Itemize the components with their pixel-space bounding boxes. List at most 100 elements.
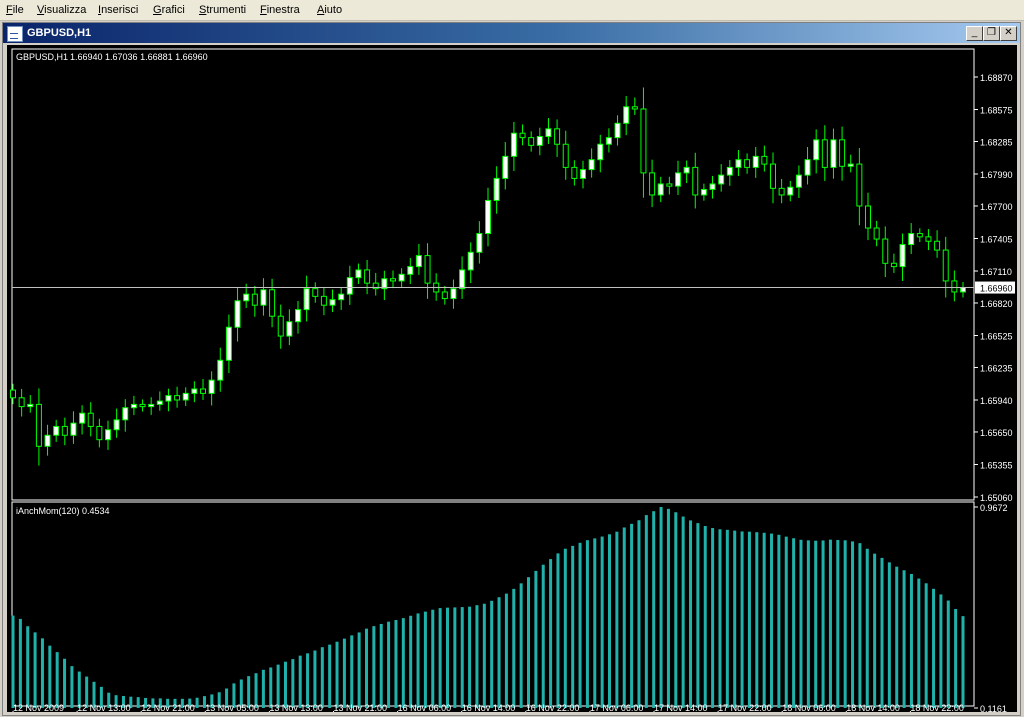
indicator-bar[interactable] bbox=[600, 536, 604, 708]
indicator-bar[interactable] bbox=[549, 559, 553, 708]
indicator-bar[interactable] bbox=[770, 533, 774, 708]
indicator-bar[interactable] bbox=[873, 553, 877, 708]
candle-body[interactable] bbox=[312, 288, 319, 297]
indicator-bar[interactable] bbox=[519, 583, 523, 708]
indicator-bar[interactable] bbox=[283, 661, 287, 708]
indicator-bar[interactable] bbox=[762, 532, 766, 708]
candle-body[interactable] bbox=[614, 122, 621, 139]
candle-body[interactable] bbox=[735, 159, 742, 168]
candle-body[interactable] bbox=[234, 300, 241, 328]
indicator-bar[interactable] bbox=[946, 600, 950, 708]
indicator-bar[interactable] bbox=[394, 620, 398, 708]
candle-body[interactable] bbox=[459, 269, 466, 290]
indicator-bar[interactable] bbox=[909, 573, 913, 708]
candle-body[interactable] bbox=[657, 183, 664, 196]
candle-body[interactable] bbox=[225, 326, 232, 361]
indicator-bar[interactable] bbox=[659, 507, 663, 708]
candle-body[interactable] bbox=[87, 412, 94, 427]
candle-body[interactable] bbox=[847, 163, 854, 167]
indicator-bar[interactable] bbox=[733, 530, 737, 708]
candle-body[interactable] bbox=[269, 289, 276, 317]
candle-body[interactable] bbox=[182, 392, 189, 401]
candle-body[interactable] bbox=[934, 240, 941, 251]
candle-body[interactable] bbox=[709, 183, 716, 190]
candle-body[interactable] bbox=[148, 403, 155, 408]
candle-body[interactable] bbox=[502, 155, 509, 179]
indicator-bar[interactable] bbox=[939, 594, 943, 708]
candle-body[interactable] bbox=[277, 315, 284, 337]
indicator-bar[interactable] bbox=[475, 605, 479, 708]
candle-body[interactable] bbox=[545, 128, 552, 138]
candle-body[interactable] bbox=[286, 321, 293, 337]
indicator-bar[interactable] bbox=[328, 644, 332, 708]
candle-body[interactable] bbox=[79, 412, 86, 424]
candle-body[interactable] bbox=[605, 137, 612, 145]
candle-body[interactable] bbox=[113, 419, 120, 431]
candle-body[interactable] bbox=[70, 422, 77, 436]
indicator-bar[interactable] bbox=[468, 606, 472, 708]
candle-body[interactable] bbox=[761, 155, 768, 165]
indicator-bar[interactable] bbox=[755, 532, 759, 708]
candle-body[interactable] bbox=[675, 172, 681, 187]
candle-body[interactable] bbox=[329, 299, 336, 306]
candle-body[interactable] bbox=[139, 403, 146, 408]
indicator-bar[interactable] bbox=[851, 541, 855, 708]
indicator-bar[interactable] bbox=[269, 667, 273, 708]
candle-body[interactable] bbox=[156, 400, 163, 405]
indicator-bar[interactable] bbox=[593, 538, 597, 708]
indicator-bar[interactable] bbox=[387, 621, 391, 708]
candle-body[interactable] bbox=[528, 137, 535, 146]
candle-body[interactable] bbox=[467, 251, 474, 271]
candle-body[interactable] bbox=[251, 293, 258, 306]
candle-body[interactable] bbox=[536, 136, 543, 146]
indicator-bar[interactable] bbox=[902, 570, 906, 708]
indicator-bar[interactable] bbox=[615, 531, 619, 708]
indicator-bar[interactable] bbox=[556, 553, 560, 708]
candle-body[interactable] bbox=[355, 269, 362, 279]
candle-body[interactable] bbox=[424, 255, 431, 284]
menu-visualizza[interactable]: Visualizza bbox=[37, 4, 86, 16]
candle-body[interactable] bbox=[778, 187, 785, 196]
candle-body[interactable] bbox=[865, 205, 871, 229]
candle-body[interactable] bbox=[346, 277, 353, 295]
candle-body[interactable] bbox=[951, 280, 958, 293]
candle-body[interactable] bbox=[666, 183, 673, 187]
indicator-bar[interactable] bbox=[924, 583, 928, 708]
candle-body[interactable] bbox=[640, 108, 647, 174]
indicator-bar[interactable] bbox=[409, 615, 413, 708]
indicator-bar[interactable] bbox=[666, 508, 670, 708]
candle-body[interactable] bbox=[908, 233, 915, 246]
candle-body[interactable] bbox=[752, 155, 759, 168]
candle-body[interactable] bbox=[960, 287, 966, 293]
indicator-bar[interactable] bbox=[843, 540, 847, 708]
candle-body[interactable] bbox=[813, 139, 820, 161]
menu-file[interactable]: File bbox=[6, 4, 24, 16]
candle-body[interactable] bbox=[588, 159, 595, 171]
candle-body[interactable] bbox=[485, 199, 491, 235]
candle-body[interactable] bbox=[649, 172, 656, 196]
indicator-bar[interactable] bbox=[821, 540, 825, 708]
indicator-bar[interactable] bbox=[460, 607, 464, 708]
candle-body[interactable] bbox=[96, 425, 103, 441]
indicator-bar[interactable] bbox=[630, 523, 634, 708]
candle-body[interactable] bbox=[407, 266, 414, 275]
indicator-bar[interactable] bbox=[718, 529, 722, 708]
indicator-bar[interactable] bbox=[858, 543, 862, 708]
indicator-bar[interactable] bbox=[880, 557, 884, 708]
indicator-bar[interactable] bbox=[563, 548, 567, 708]
menu-aiuto[interactable]: Aiuto bbox=[317, 4, 342, 16]
candle-body[interactable] bbox=[519, 132, 526, 139]
indicator-bar[interactable] bbox=[711, 528, 715, 708]
indicator-bar[interactable] bbox=[887, 562, 891, 708]
indicator-bar[interactable] bbox=[350, 635, 354, 708]
indicator-bar[interactable] bbox=[585, 540, 589, 708]
candle-body[interactable] bbox=[856, 163, 863, 207]
restore-button[interactable]: ❐ bbox=[983, 26, 1000, 41]
indicator-bar[interactable] bbox=[195, 697, 199, 708]
candle-body[interactable] bbox=[27, 403, 34, 408]
candle-body[interactable] bbox=[571, 166, 578, 179]
candle-body[interactable] bbox=[303, 288, 310, 311]
candle-body[interactable] bbox=[390, 278, 396, 282]
indicator-bar[interactable] bbox=[703, 526, 707, 708]
candle-body[interactable] bbox=[795, 174, 802, 188]
